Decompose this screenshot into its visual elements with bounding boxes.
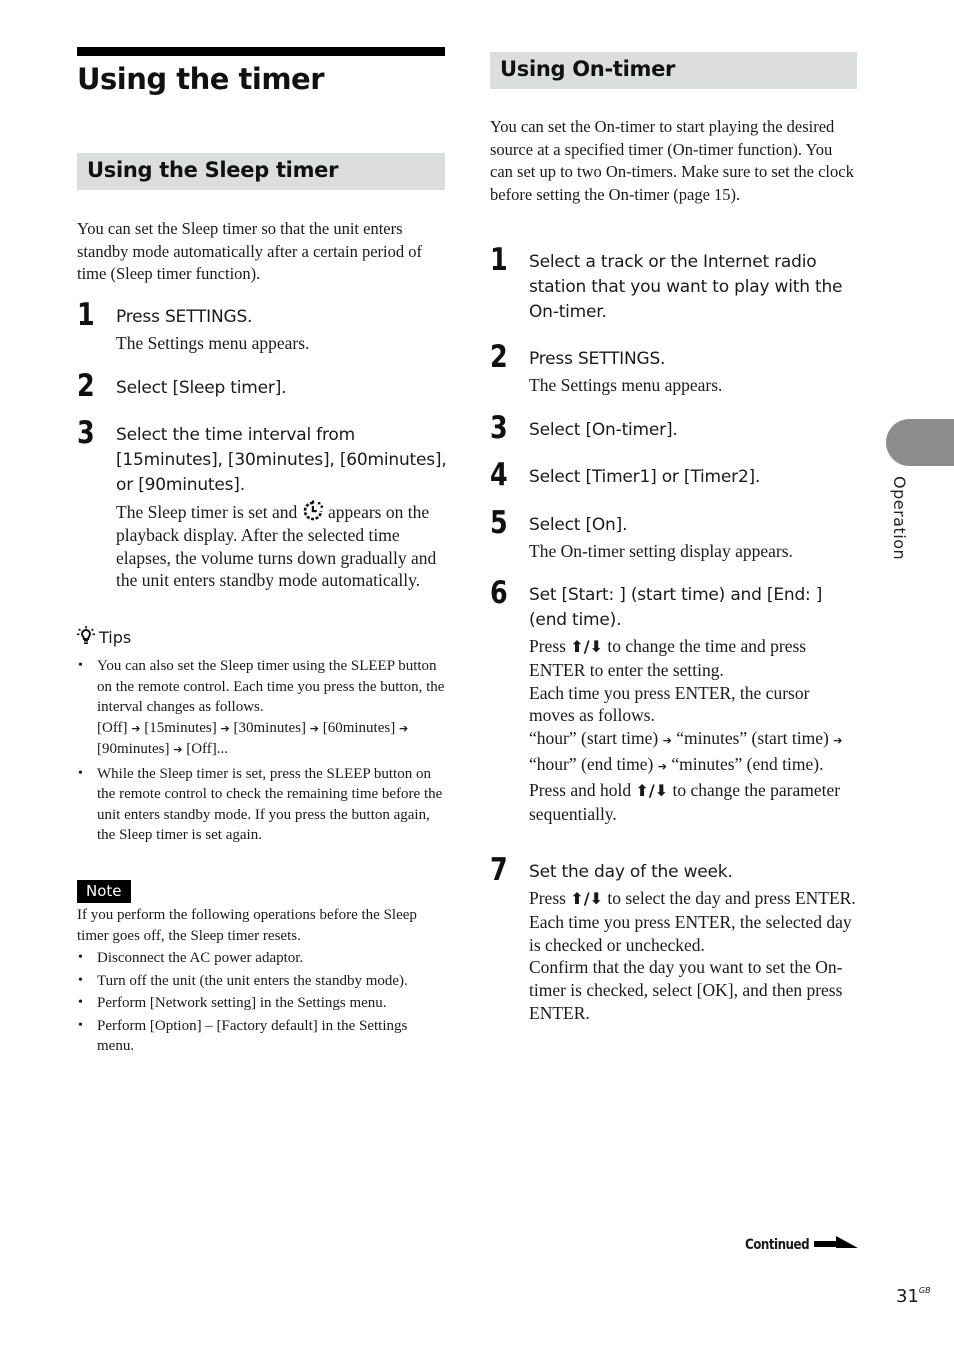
- arrow-right-icon: ➔: [173, 743, 183, 756]
- tip-text: You can also set the Sleep timer using t…: [97, 658, 445, 715]
- arrow-right-icon: ➔: [131, 721, 141, 735]
- tips-label: Tips: [99, 628, 132, 647]
- step-heading: Select [On-timer].: [529, 420, 678, 440]
- step-body-text: Confirm that the day you want to set the…: [529, 957, 843, 1023]
- step-body: Press ⬆/⬇ to select the day and press EN…: [529, 887, 859, 1025]
- list-item: Perform [Option] – [Factory default] in …: [77, 1016, 445, 1057]
- arrow-right-icon: ➔: [309, 721, 319, 735]
- step-heading: Select [On].: [529, 515, 628, 535]
- step-body-text: Each time you press ENTER, the selected …: [529, 911, 852, 955]
- tip-sequence: [Off] ➔ [15minutes] ➔ [30minutes] ➔ [60m…: [97, 720, 408, 758]
- up-down-arrows-icon: ⬆/⬇: [635, 780, 669, 800]
- step-number: 3: [490, 410, 508, 446]
- step-body-text: The Sleep timer is set and: [116, 502, 298, 522]
- note-intro: If you perform the following operations …: [77, 907, 417, 944]
- tips-list: You can also set the Sleep timer using t…: [77, 656, 445, 848]
- up-down-arrows-icon: ⬆/⬇: [570, 889, 603, 908]
- seq-item: [15minutes]: [144, 719, 217, 736]
- seq-item: “hour” (end time): [529, 753, 654, 774]
- section-side-label: Operation: [890, 476, 909, 561]
- step-body: The Settings menu appears.: [116, 333, 310, 353]
- step-body-text: Press: [529, 888, 566, 908]
- step-heading: Set the day of the week.: [529, 862, 733, 882]
- page-title: Using the timer: [77, 62, 325, 96]
- section-side-tab: [886, 419, 954, 466]
- step-body: The Settings menu appears.: [529, 375, 723, 395]
- note-block: If you perform the following operations …: [77, 905, 445, 1059]
- step-body-text: Press and hold: [529, 779, 632, 800]
- step-number: 5: [490, 505, 508, 541]
- page-region-suffix: GB: [918, 1286, 931, 1295]
- list-item: Turn off the unit (the unit enters the s…: [77, 971, 445, 992]
- step-number: 3: [77, 415, 95, 451]
- lightbulb-icon: [77, 626, 95, 648]
- step-number: 4: [490, 457, 508, 493]
- step-heading: Press SETTINGS.: [116, 307, 253, 327]
- step-number: 2: [77, 368, 95, 404]
- list-item: Perform [Network setting] in the Setting…: [77, 993, 445, 1014]
- step-body: The Sleep timer is set and appears on th…: [116, 500, 446, 592]
- step-body: The On-timer setting display appears.: [529, 541, 793, 561]
- list-item: You can also set the Sleep timer using t…: [77, 656, 445, 761]
- step-body-text: Press: [529, 636, 566, 656]
- page-number: 31GB: [896, 1286, 931, 1307]
- step-heading: Select [Sleep timer].: [116, 378, 287, 398]
- section-heading-sleep-timer: Using the Sleep timer: [77, 153, 445, 190]
- arrow-right-icon: ➔: [833, 734, 843, 748]
- step-heading: Press SETTINGS.: [529, 349, 666, 369]
- step-heading: Select the time interval from [15minutes…: [116, 425, 447, 495]
- arrow-right-icon: ➔: [662, 734, 672, 748]
- step-number: 6: [490, 575, 508, 611]
- sleep-timer-intro: You can set the Sleep timer so that the …: [77, 219, 422, 284]
- on-timer-intro: You can set the On-timer to start playin…: [490, 117, 854, 205]
- tips-heading: Tips: [77, 626, 131, 648]
- note-list: Disconnect the AC power adaptor. Turn of…: [77, 948, 445, 1057]
- arrow-right-icon: ➔: [398, 721, 409, 735]
- seq-item: [60minutes]: [322, 719, 396, 736]
- step-number: 2: [490, 339, 508, 375]
- seq-item: [30minutes]: [233, 719, 306, 736]
- step-body: Press ⬆/⬇ to change the time and press E…: [529, 635, 859, 825]
- step-body-text: to select the day and press ENTER.: [607, 888, 856, 908]
- step-body-text: Each time you press ENTER, the cursor mo…: [529, 682, 810, 726]
- seq-item: “minutes” (end time).: [671, 753, 824, 774]
- list-item: Disconnect the AC power adaptor.: [77, 948, 445, 969]
- up-down-arrows-icon: ⬆/⬇: [570, 637, 603, 656]
- arrow-right-icon: ➔: [220, 721, 230, 735]
- step-heading: Select [Timer1] or [Timer2].: [529, 467, 761, 487]
- seq-item: “minutes” (start time): [676, 728, 829, 749]
- list-item: While the Sleep timer is set, press the …: [77, 764, 445, 846]
- seq-item: [Off]...: [186, 741, 229, 757]
- seq-item: [Off]: [97, 719, 128, 736]
- sleep-timer-icon: [303, 500, 323, 521]
- seq-item: “hour” (start time): [529, 728, 659, 749]
- step-number: 7: [490, 852, 508, 888]
- section-heading-on-timer: Using On-timer: [490, 52, 857, 89]
- note-badge: Note: [77, 880, 131, 903]
- continued-label: Continued: [745, 1237, 810, 1253]
- title-rule: [77, 47, 445, 56]
- continued-arrow-icon: [814, 1236, 858, 1248]
- page-number-value: 31: [896, 1286, 919, 1307]
- step-number: 1: [77, 297, 95, 333]
- arrow-right-icon: ➔: [657, 759, 667, 773]
- seq-item: [90minutes]: [97, 741, 170, 757]
- step-heading: Set [Start: ] (start time) and [End: ] (…: [529, 585, 823, 630]
- step-heading: Select a track or the Internet radio sta…: [529, 252, 843, 322]
- step-number: 1: [490, 242, 508, 278]
